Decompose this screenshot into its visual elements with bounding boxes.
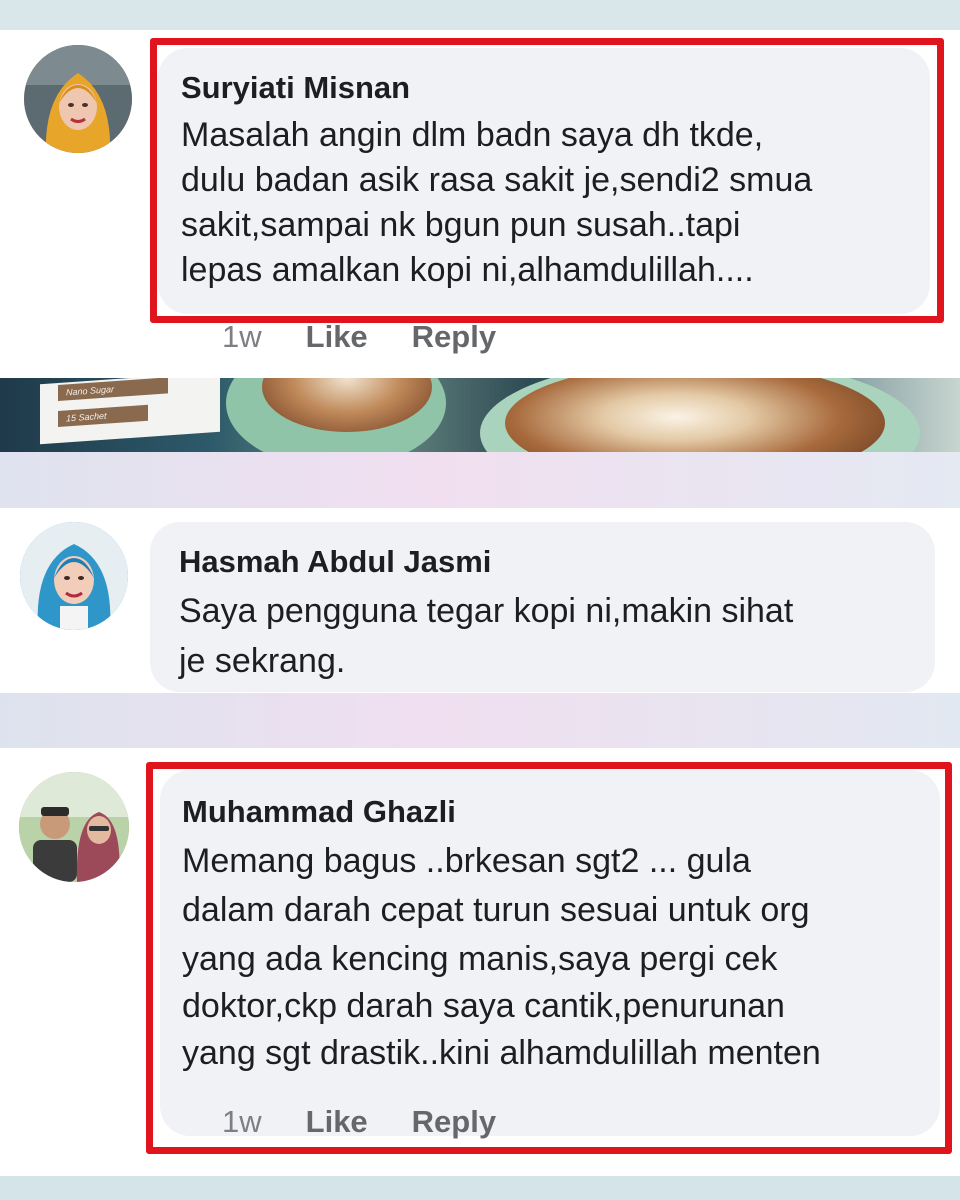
comment-card-3: Muhammad Ghazli Memang bagus ..brkesan s… <box>0 748 960 1176</box>
like-button[interactable]: Like <box>306 319 368 354</box>
like-button[interactable]: Like <box>306 1104 368 1139</box>
comment-text-line: sakit,sampai nk bgun pun susah..tapi <box>181 206 741 244</box>
avatar-photo-icon <box>24 45 132 153</box>
comment-meta: 1w Like Reply <box>222 319 496 355</box>
comment-text-line: Memang bagus ..brkesan sgt2 ... gula <box>182 842 751 880</box>
comment-timestamp: 1w <box>222 319 262 354</box>
comment-text-line: yang sgt drastik..kini alhamdulillah men… <box>182 1034 821 1072</box>
latte-art-icon <box>505 378 885 452</box>
reply-button[interactable]: Reply <box>412 319 496 354</box>
comment-text-line: dulu badan asik rasa sakit je,sendi2 smu… <box>181 161 813 199</box>
background-band <box>0 452 960 508</box>
coffee-banner-image: Nano Sugar 15 Sachet <box>0 378 960 452</box>
comment-author-name[interactable]: Suryiati Misnan <box>181 70 410 106</box>
comment-text-line: je sekrang. <box>179 642 346 680</box>
avatar-photo-icon <box>20 522 128 630</box>
reply-button[interactable]: Reply <box>412 1104 496 1139</box>
box-label: 15 Sachet <box>58 404 148 428</box>
product-box: Nano Sugar 15 Sachet <box>40 378 220 445</box>
comment-text-line: lepas amalkan kopi ni,alhamdulillah.... <box>181 251 754 289</box>
comment-author-name[interactable]: Muhammad Ghazli <box>182 794 456 830</box>
top-background-band <box>0 0 960 30</box>
background-band <box>0 693 960 748</box>
avatar[interactable] <box>24 45 132 153</box>
comment-timestamp: 1w <box>222 1104 262 1139</box>
avatar[interactable] <box>20 522 128 630</box>
avatar-photo-icon <box>19 772 129 882</box>
comment-text-line: Masalah angin dlm badn saya dh tkde, <box>181 116 764 154</box>
comment-text-line: doktor,ckp darah saya cantik,penurunan <box>182 987 785 1025</box>
comment-text-line: dalam darah cepat turun sesuai untuk org <box>182 891 810 929</box>
comment-text-line: yang ada kencing manis,saya pergi cek <box>182 940 778 978</box>
bottom-background-band <box>0 1176 960 1200</box>
comment-card-1: Suryiati Misnan Masalah angin dlm badn s… <box>0 30 960 378</box>
comment-author-name[interactable]: Hasmah Abdul Jasmi <box>179 544 491 580</box>
avatar[interactable] <box>19 772 129 882</box>
comment-text-line: Saya pengguna tegar kopi ni,makin sihat <box>179 592 794 630</box>
box-label: Nano Sugar <box>58 378 168 402</box>
comment-meta: 1w Like Reply <box>222 1104 496 1140</box>
comment-card-2: Hasmah Abdul Jasmi Saya pengguna tegar k… <box>0 508 960 693</box>
